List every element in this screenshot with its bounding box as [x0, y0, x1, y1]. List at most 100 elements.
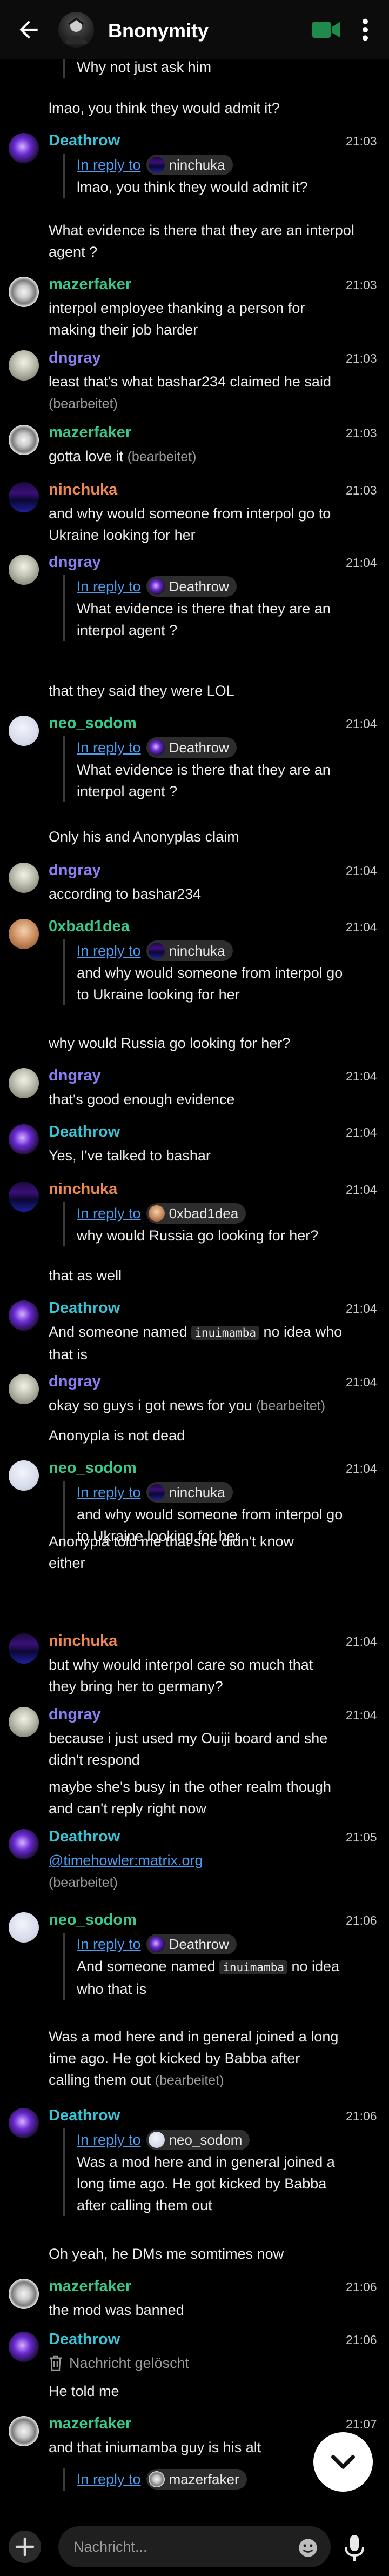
reply-text: lmao, you think they would admit it? [77, 179, 308, 195]
message-text: Anonypla is not dead [49, 1427, 185, 1444]
in-reply-to-link[interactable]: In reply to [77, 2471, 141, 2488]
avatar[interactable] [9, 1124, 39, 1154]
top-app-bar: Bnonymity [0, 0, 389, 59]
attach-button[interactable] [9, 2531, 41, 2563]
sender-name[interactable]: Deathrow [49, 1299, 120, 1317]
avatar[interactable] [9, 2108, 39, 2138]
timestamp: 21:04 [346, 1183, 377, 1197]
sender-name[interactable]: mazerfaker [49, 2415, 131, 2433]
chevron-down-icon [331, 2455, 355, 2469]
sender-name[interactable]: neo_sodom [49, 715, 137, 732]
room-title[interactable]: Bnonymity [108, 19, 209, 42]
timestamp: 21:04 [346, 1708, 377, 1722]
user-pill[interactable]: 0xbad1dea [146, 1203, 246, 1224]
avatar[interactable] [9, 716, 39, 746]
reply-quote[interactable]: In reply to Deathrow And someone named i… [63, 1933, 344, 2000]
sender-name[interactable]: Deathrow [49, 2107, 120, 2125]
more-vert-icon[interactable] [360, 17, 371, 42]
inline-code: inuimamba [219, 1960, 287, 1974]
avatar[interactable] [9, 133, 39, 163]
reply-quote[interactable]: In reply to mazerfaker [63, 2468, 344, 2491]
in-reply-to-link[interactable]: In reply to [77, 739, 141, 756]
reply-text: And someone named inuimamba no idea who … [77, 1958, 340, 1997]
message-text: What evidence is there that they are an … [49, 222, 354, 260]
user-pill[interactable]: ninchuka [146, 1482, 233, 1503]
back-arrow-icon[interactable] [15, 16, 42, 43]
in-reply-to-link[interactable]: In reply to [77, 1936, 141, 1953]
emoji-icon[interactable] [297, 2537, 319, 2559]
avatar[interactable] [9, 425, 39, 455]
avatar[interactable] [9, 555, 39, 585]
avatar[interactable] [9, 1829, 39, 1859]
user-pill[interactable]: Deathrow [146, 576, 237, 597]
user-mention-link[interactable]: @timehowler:matrix.org [49, 1852, 203, 1868]
sender-name[interactable]: mazerfaker [49, 2278, 131, 2295]
avatar[interactable] [9, 1633, 39, 1664]
sender-name[interactable]: dngray [49, 1706, 101, 1724]
sender-name[interactable]: neo_sodom [49, 1459, 137, 1477]
in-reply-to-link[interactable]: In reply to [77, 1484, 141, 1501]
timestamp: 21:04 [346, 1634, 377, 1649]
avatar[interactable] [9, 1374, 39, 1404]
sender-name[interactable]: Deathrow [49, 2331, 120, 2348]
avatar[interactable] [9, 482, 39, 512]
microphone-icon[interactable] [344, 2534, 365, 2562]
in-reply-to-link[interactable]: In reply to [77, 943, 141, 959]
reply-quote[interactable]: In reply to Deathrow What evidence is th… [63, 575, 344, 641]
message-text: Anonypla told me that she didn't know ei… [49, 1533, 294, 1571]
edited-marker: (bearbeitet) [127, 449, 197, 464]
video-call-icon[interactable] [312, 21, 340, 39]
avatar[interactable] [9, 1912, 39, 1943]
message-input[interactable] [58, 2526, 331, 2567]
avatar[interactable] [9, 2332, 39, 2362]
message-text: maybe she's busy in the other realm thou… [49, 1779, 331, 1817]
user-pill[interactable]: ninchuka [146, 940, 233, 961]
sender-name[interactable]: dngray [49, 1373, 101, 1391]
in-reply-to-link[interactable]: In reply to [77, 2132, 141, 2148]
user-pill[interactable]: ninchuka [146, 155, 233, 175]
scroll-to-bottom-button[interactable] [313, 2432, 373, 2492]
sender-name[interactable]: Deathrow [49, 1828, 120, 1846]
sender-name[interactable]: ninchuka [49, 481, 117, 499]
avatar[interactable] [9, 1300, 39, 1331]
avatar [148, 1484, 165, 1500]
in-reply-to-link[interactable]: In reply to [77, 1205, 141, 1222]
reply-quote[interactable]: In reply to neo_sodom Was a mod here and… [63, 2128, 344, 2216]
user-pill[interactable]: neo_sodom [146, 2130, 250, 2150]
message-text: that as well [49, 1267, 122, 1284]
avatar[interactable] [9, 2279, 39, 2309]
reply-quote[interactable]: In reply to ninchuka and why would someo… [63, 939, 344, 1005]
room-avatar[interactable] [58, 12, 94, 48]
sender-name[interactable]: mazerfaker [49, 276, 131, 293]
avatar[interactable] [9, 1707, 39, 1737]
avatar[interactable] [9, 1460, 39, 1491]
avatar[interactable] [9, 919, 39, 949]
sender-name[interactable]: dngray [49, 349, 101, 367]
avatar[interactable] [9, 2416, 39, 2446]
avatar[interactable] [9, 277, 39, 307]
sender-name[interactable]: dngray [49, 862, 101, 879]
sender-name[interactable]: Deathrow [49, 132, 120, 150]
sender-name[interactable]: mazerfaker [49, 424, 131, 442]
reply-quote[interactable]: In reply to Deathrow What evidence is th… [63, 736, 344, 802]
avatar[interactable] [9, 1068, 39, 1098]
sender-name[interactable]: dngray [49, 553, 101, 571]
in-reply-to-link[interactable]: In reply to [77, 157, 141, 173]
avatar[interactable] [9, 350, 39, 381]
sender-name[interactable]: ninchuka [49, 1180, 117, 1198]
message-text: and that iniumamba guy is his alt [49, 2439, 261, 2455]
sender-name[interactable]: ninchuka [49, 1632, 117, 1650]
sender-name[interactable]: neo_sodom [49, 1911, 137, 1929]
avatar[interactable] [9, 1182, 39, 1212]
message-text: but why would interpol care so much that… [49, 1657, 313, 1694]
in-reply-to-link[interactable]: In reply to [77, 578, 141, 595]
avatar[interactable] [9, 863, 39, 893]
sender-name[interactable]: dngray [49, 1067, 101, 1085]
user-pill[interactable]: mazerfaker [146, 2469, 247, 2490]
reply-quote[interactable]: In reply to ninchuka lmao, you think the… [63, 154, 344, 198]
sender-name[interactable]: 0xbad1dea [49, 918, 130, 936]
sender-name[interactable]: Deathrow [49, 1123, 120, 1141]
user-pill[interactable]: Deathrow [146, 737, 237, 758]
user-pill[interactable]: Deathrow [146, 1934, 237, 1954]
reply-quote[interactable]: In reply to 0xbad1dea why would Russia g… [63, 1202, 344, 1246]
